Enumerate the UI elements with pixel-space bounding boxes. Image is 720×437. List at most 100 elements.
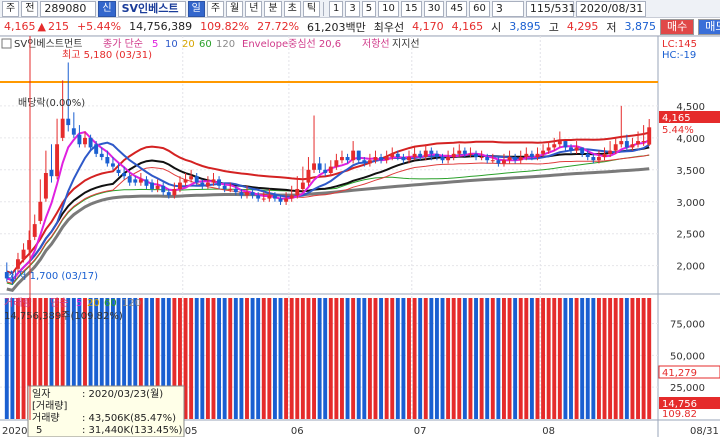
volume-bar-111 bbox=[624, 298, 629, 419]
volume-value: 14,756,389 bbox=[129, 20, 193, 33]
candle-body-38 bbox=[217, 179, 222, 186]
volume-bar-96 bbox=[541, 298, 546, 419]
candle-body-21 bbox=[122, 173, 127, 177]
candle-body-114 bbox=[641, 141, 646, 143]
volume-bar-88 bbox=[496, 298, 501, 419]
volume-bar-101 bbox=[569, 298, 573, 419]
period-tab-second[interactable]: 초 bbox=[283, 0, 301, 17]
candle-body-103 bbox=[580, 147, 585, 154]
candle-body-98 bbox=[552, 144, 557, 148]
candle-body-33 bbox=[189, 176, 194, 180]
interval-button-30[interactable]: 30 bbox=[423, 0, 445, 17]
legend-ma-20: 20 bbox=[182, 39, 195, 50]
stock-name-field[interactable]: SV인베스트 bbox=[117, 0, 186, 17]
candle-body-83 bbox=[468, 153, 473, 155]
stock-chart[interactable]: 4,5004,0003,5003,0002,5002,000 75,00050,… bbox=[0, 36, 720, 437]
volume-bar-109 bbox=[613, 298, 618, 419]
volume-bar-50 bbox=[284, 298, 289, 419]
price-change-pct: +5.44% bbox=[76, 20, 122, 33]
date-field[interactable]: 2020/08/31 bbox=[575, 0, 646, 17]
candle-body-13 bbox=[77, 134, 82, 145]
volume-bar-41 bbox=[233, 298, 238, 419]
candle-body-59 bbox=[334, 160, 339, 167]
interval-button-3[interactable]: 3 bbox=[345, 0, 360, 17]
candle-body-87 bbox=[490, 160, 495, 162]
high-label: 고 bbox=[548, 20, 559, 34]
volume-bar-63 bbox=[356, 298, 361, 419]
volume-bar-99 bbox=[557, 298, 562, 419]
interval-button-45[interactable]: 45 bbox=[446, 0, 468, 17]
volume-bar-58 bbox=[328, 298, 333, 419]
candle-body-52 bbox=[295, 188, 300, 196]
interval-button-1[interactable]: 1 bbox=[329, 0, 344, 17]
volume-tick-label-1: 50,000 bbox=[670, 351, 705, 362]
candle-body-106 bbox=[596, 157, 601, 161]
candle-body-66 bbox=[373, 157, 378, 161]
interval-button-60[interactable]: 60 bbox=[469, 0, 490, 17]
legend-toggle-icon[interactable] bbox=[1, 38, 12, 49]
candle-body-65 bbox=[367, 160, 372, 164]
legend-ma-10: 10 bbox=[165, 39, 178, 50]
volume-bar-60 bbox=[340, 298, 344, 419]
tooltip-volume-value: : 43,506K(85.47%) bbox=[82, 413, 176, 424]
candle-body-109 bbox=[613, 144, 618, 151]
interval-count-input[interactable]: 3 bbox=[491, 0, 524, 17]
x-label-end: 08/31 bbox=[690, 426, 719, 437]
candle-body-97 bbox=[546, 147, 551, 151]
right-label-lc: LC:145 bbox=[662, 39, 697, 50]
candle-body-73 bbox=[412, 153, 417, 158]
candle-body-28 bbox=[161, 185, 166, 193]
volume-bar-115 bbox=[647, 298, 652, 419]
candle-body-96 bbox=[541, 150, 546, 154]
volume-bar-92 bbox=[518, 298, 523, 419]
sell-button[interactable]: 매도 bbox=[698, 18, 720, 35]
volume-tick-label-2: 25,000 bbox=[670, 383, 705, 394]
market-tab-all[interactable]: 전 bbox=[21, 0, 39, 17]
volume-bar-110 bbox=[619, 298, 624, 419]
market-tab-stock[interactable]: 주 bbox=[2, 0, 20, 17]
volume-bar-80 bbox=[451, 298, 456, 419]
volume-bar-44 bbox=[250, 298, 255, 419]
candle-body-32 bbox=[183, 179, 188, 183]
legend-ma-label: 종가 단순 bbox=[103, 38, 143, 50]
interval-button-15[interactable]: 15 bbox=[400, 0, 422, 17]
volume-bar-47 bbox=[267, 298, 272, 419]
stock-code-input[interactable]: 289080 bbox=[40, 0, 97, 17]
volume-bar-52 bbox=[295, 298, 300, 419]
candle-body-51 bbox=[289, 195, 294, 199]
candle-body-4 bbox=[27, 240, 32, 250]
candle-body-90 bbox=[507, 157, 512, 161]
best-ask-price: 4,170 bbox=[412, 20, 444, 33]
volume-ratio-tag: 109.82 bbox=[662, 409, 697, 420]
dividend-annotation: 배당락(0.00%) bbox=[18, 97, 85, 109]
interval-button-5[interactable]: 5 bbox=[361, 0, 377, 17]
interval-button-10[interactable]: 10 bbox=[378, 0, 399, 17]
volume-bar-81 bbox=[457, 298, 462, 419]
volume-bar-43 bbox=[245, 298, 249, 419]
period-tab-year[interactable]: 년 bbox=[245, 0, 263, 17]
volume-bar-34 bbox=[194, 298, 199, 419]
candle-body-84 bbox=[474, 153, 478, 158]
period-tab-tick[interactable]: 틱 bbox=[302, 0, 321, 17]
candle-body-71 bbox=[401, 157, 406, 161]
current-price: 4,165 bbox=[4, 20, 36, 33]
period-tab-week[interactable]: 주 bbox=[206, 0, 225, 17]
volume-bar-114 bbox=[641, 298, 646, 419]
high-annotation: 최고 5,180 (03/31) bbox=[62, 49, 152, 61]
new-listing-badge: 신 bbox=[98, 0, 116, 17]
volume-bar-49 bbox=[278, 298, 283, 419]
volume-bar-87 bbox=[490, 298, 495, 419]
volume-bar-71 bbox=[401, 298, 406, 419]
volume-bar-61 bbox=[345, 298, 350, 419]
legend-ma-60: 60 bbox=[199, 39, 212, 50]
candle-body-15 bbox=[88, 137, 93, 148]
volume-bar-36 bbox=[205, 298, 210, 419]
period-tab-month[interactable]: 월 bbox=[226, 0, 244, 17]
candle-body-57 bbox=[323, 169, 328, 173]
trade-amount: 61,203백만 bbox=[307, 20, 366, 34]
period-tab-day[interactable]: 일 bbox=[187, 0, 205, 17]
tooltip-volume-label: 거래량 bbox=[32, 412, 60, 424]
period-tab-minute[interactable]: 분 bbox=[264, 0, 282, 17]
toolbar-divider bbox=[323, 1, 325, 16]
buy-button[interactable]: 매수 bbox=[660, 18, 695, 35]
